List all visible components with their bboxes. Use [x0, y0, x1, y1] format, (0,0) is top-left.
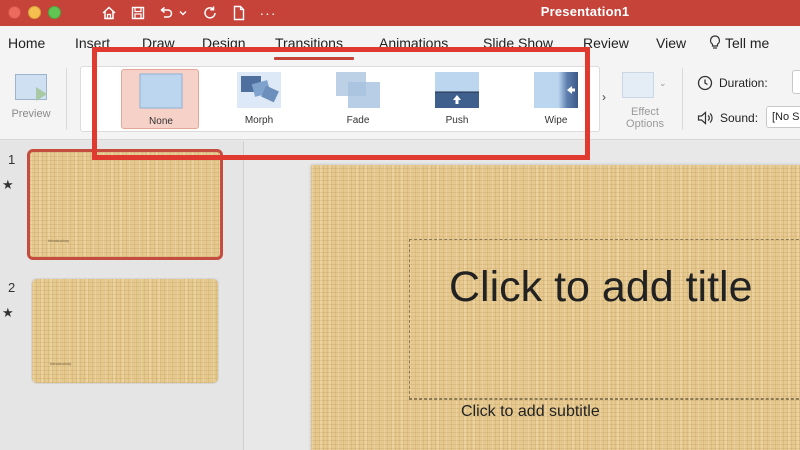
- sound-label: Sound:: [720, 111, 759, 125]
- tab-transitions[interactable]: Transitions: [275, 35, 343, 51]
- none-transition-icon: [139, 73, 183, 109]
- transition-label: Morph: [244, 115, 274, 126]
- gallery-more-chevron-icon[interactable]: ›: [602, 90, 606, 104]
- transition-none[interactable]: None: [121, 69, 199, 129]
- slide-thumbnail-1[interactable]: Introductory: [27, 149, 223, 260]
- thumbnail-text: Introductory: [50, 361, 72, 366]
- play-icon: [36, 87, 47, 101]
- push-transition-icon: [435, 72, 479, 108]
- duration-label: Duration:: [719, 76, 768, 90]
- transition-gallery: None Morph Fade Push Wipe: [80, 66, 600, 132]
- ribbon-tabs: Home Insert Draw Design Transitions Anim…: [0, 26, 800, 62]
- animation-star-icon: ★: [2, 305, 14, 320]
- fade-transition-icon: [336, 72, 380, 108]
- clock-icon: [697, 75, 713, 91]
- tab-review[interactable]: Review: [583, 35, 629, 51]
- tab-draw[interactable]: Draw: [142, 35, 175, 51]
- ribbon-separator: [66, 68, 67, 130]
- transition-label: Push: [445, 115, 469, 126]
- tell-me-label: Tell me: [725, 35, 770, 51]
- effect-options-label-line1: Effect: [631, 106, 659, 118]
- transition-label: None: [149, 116, 173, 127]
- transition-fade[interactable]: Fade: [319, 69, 397, 129]
- slide-number: 1: [8, 152, 16, 167]
- transitions-ribbon: Preview None Morph Fade Push Wipe › ⌄ Ef…: [0, 62, 800, 140]
- sound-control: Sound:: [697, 109, 758, 127]
- slide-editor: Click to add title Click to add subtitle: [245, 141, 800, 450]
- tab-slide-show[interactable]: Slide Show: [483, 35, 553, 51]
- title-placeholder-text: Click to add title: [449, 263, 753, 311]
- ribbon-separator: [682, 68, 683, 130]
- speaker-icon: [697, 111, 713, 125]
- transition-wipe[interactable]: Wipe: [517, 69, 595, 129]
- active-tab-indicator: [274, 57, 354, 60]
- tell-me-search[interactable]: Tell me: [709, 35, 769, 51]
- transition-morph[interactable]: Morph: [220, 69, 298, 129]
- transition-push[interactable]: Push: [418, 69, 496, 129]
- slide-number: 2: [8, 280, 16, 295]
- preview-label: Preview: [11, 108, 51, 120]
- duration-control: Duration:: [697, 74, 768, 92]
- window-title: Presentation1: [540, 4, 630, 19]
- transition-label: Fade: [346, 115, 370, 126]
- subtitle-placeholder-text: Click to add subtitle: [461, 403, 600, 420]
- tab-insert[interactable]: Insert: [75, 35, 110, 51]
- title-bar: ··· Presentation1: [0, 0, 800, 26]
- tab-animations[interactable]: Animations: [379, 35, 448, 51]
- sound-select[interactable]: [No Sound]: [766, 106, 800, 128]
- effect-options-button[interactable]: ⌄ Effect Options: [618, 70, 674, 132]
- morph-transition-icon: [237, 72, 281, 108]
- slide-thumbnail-2[interactable]: Introductory: [31, 278, 219, 384]
- thumbnail-text: Introductory: [48, 238, 70, 243]
- effect-options-label-line2: Options: [626, 118, 664, 130]
- tab-home[interactable]: Home: [8, 35, 45, 51]
- wipe-transition-icon: [534, 72, 578, 108]
- lightbulb-icon: [709, 35, 721, 49]
- transition-label: Wipe: [544, 115, 568, 126]
- duration-input[interactable]: [792, 70, 800, 94]
- tab-view[interactable]: View: [656, 35, 686, 51]
- tab-design[interactable]: Design: [202, 35, 246, 51]
- effect-options-label: Effect Options: [618, 106, 672, 130]
- preview-button[interactable]: Preview: [8, 70, 54, 126]
- animation-star-icon: ★: [2, 177, 14, 192]
- slide-thumbnails-panel: 1 ★ Introductory 2 ★ Introductory: [0, 141, 244, 450]
- slide-canvas: Click to add title Click to add subtitle: [311, 165, 800, 450]
- chevron-down-icon: ⌄: [659, 78, 667, 88]
- effect-options-icon: [622, 72, 654, 98]
